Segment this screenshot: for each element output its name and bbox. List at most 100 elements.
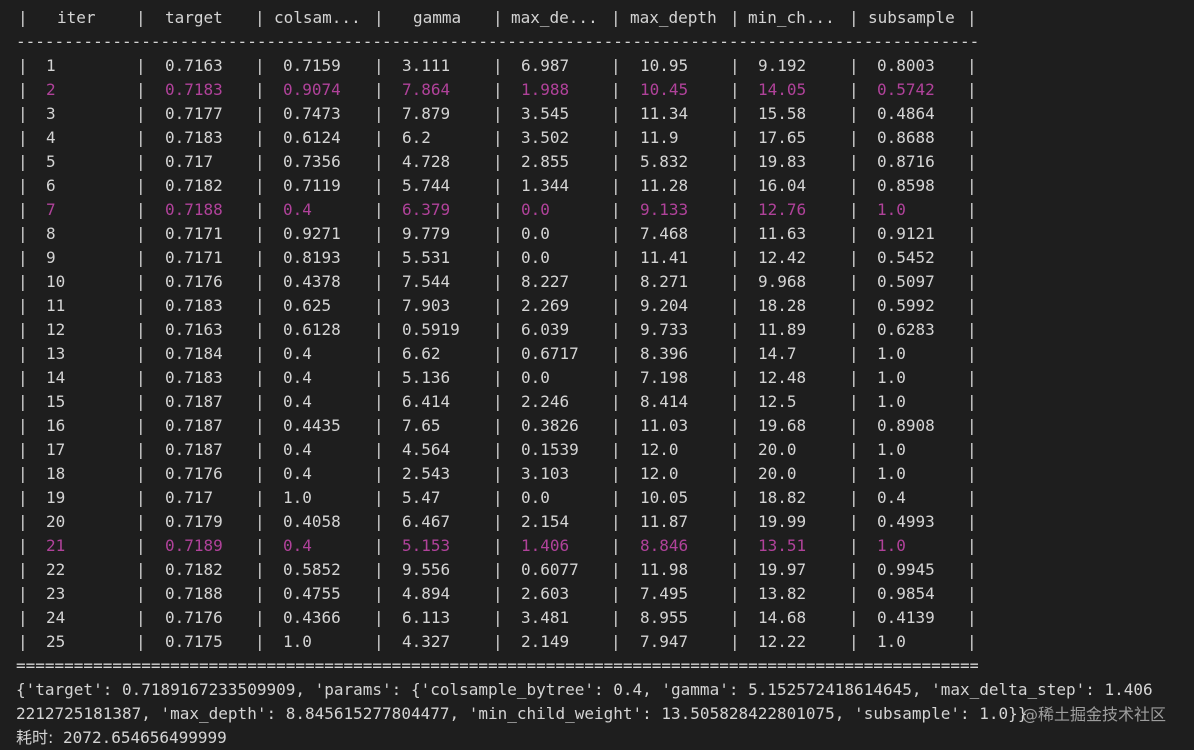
column-separator: | xyxy=(136,344,146,363)
column-separator: | xyxy=(136,128,146,147)
column-separator: | xyxy=(493,320,503,339)
column-separator: | xyxy=(18,104,28,123)
column-separator: | xyxy=(255,488,265,507)
cell-iter: 6 xyxy=(46,176,56,195)
cell-min-child-weight: 18.28 xyxy=(758,296,807,315)
column-separator: | xyxy=(18,80,28,99)
column-separator: | xyxy=(611,272,621,291)
cell-max-delta-step: 2.246 xyxy=(521,392,570,411)
column-separator: | xyxy=(374,536,384,555)
cell-max-depth: 11.28 xyxy=(640,176,689,195)
column-separator: | xyxy=(849,488,859,507)
column-separator: | xyxy=(493,512,503,531)
column-separator: | xyxy=(136,296,146,315)
column-header-target: target xyxy=(165,8,223,27)
cell-colsample: 0.4 xyxy=(283,536,312,555)
result-line-2: 2212725181387, 'max_depth': 8.8456152778… xyxy=(16,704,1028,723)
table-row: | | | | | | | | | 18 0.7176 0.4 2.543 3.103 12.0 20.0 1.… xyxy=(0,462,1194,486)
column-separator: | xyxy=(374,56,384,75)
cell-colsample: 0.7159 xyxy=(283,56,341,75)
cell-iter: 20 xyxy=(46,512,66,531)
cell-max-depth: 11.9 xyxy=(640,128,679,147)
cell-subsample: 0.8716 xyxy=(877,152,935,171)
cell-colsample: 0.7119 xyxy=(283,176,341,195)
cell-gamma: 5.47 xyxy=(402,488,441,507)
column-separator: | xyxy=(967,488,977,507)
cell-max-delta-step: 0.0 xyxy=(521,248,550,267)
cell-gamma: 5.153 xyxy=(402,536,451,555)
cell-colsample: 0.6124 xyxy=(283,128,341,147)
cell-min-child-weight: 17.65 xyxy=(758,128,807,147)
table-row: | | | | | | | | | 13 0.7184 0.4 6.62 0.6717 8.396 14.7 1… xyxy=(0,342,1194,366)
table-row: | | | | | | | | | 17 0.7187 0.4 4.564 0.1539 12.0 20.0 1… xyxy=(0,438,1194,462)
column-separator: | xyxy=(493,176,503,195)
column-separator: | xyxy=(611,248,621,267)
cell-subsample: 1.0 xyxy=(877,200,906,219)
column-separator: | xyxy=(967,152,977,171)
column-separator: | xyxy=(493,344,503,363)
cell-iter: 7 xyxy=(46,200,56,219)
column-separator: | xyxy=(730,272,740,291)
column-separator: | xyxy=(374,248,384,267)
column-separator: | xyxy=(611,536,621,555)
column-separator: | xyxy=(136,368,146,387)
cell-colsample: 0.4058 xyxy=(283,512,341,531)
cell-iter: 21 xyxy=(46,536,66,555)
column-separator: | xyxy=(18,464,28,483)
cell-max-delta-step: 3.545 xyxy=(521,104,570,123)
column-separator: | xyxy=(136,176,146,195)
column-separator: | xyxy=(18,200,28,219)
column-separator: | xyxy=(730,320,740,339)
cell-target: 0.7171 xyxy=(165,248,223,267)
column-separator: | xyxy=(493,8,503,27)
timing-value: 2072.654656499999 xyxy=(53,728,227,747)
cell-target: 0.7187 xyxy=(165,440,223,459)
cell-gamma: 6.379 xyxy=(402,200,451,219)
column-separator: | xyxy=(967,392,977,411)
column-separator: | xyxy=(611,392,621,411)
column-separator: | xyxy=(849,80,859,99)
column-separator: | xyxy=(255,344,265,363)
cell-min-child-weight: 19.68 xyxy=(758,416,807,435)
cell-target: 0.7183 xyxy=(165,296,223,315)
cell-min-child-weight: 16.04 xyxy=(758,176,807,195)
table-row: | | | | | | | | | 24 0.7176 0.4366 6.113 3.481 8.955 14… xyxy=(0,606,1194,630)
cell-colsample: 0.4 xyxy=(283,200,312,219)
cell-max-depth: 8.955 xyxy=(640,608,689,627)
cell-iter: 3 xyxy=(46,104,56,123)
column-separator: | xyxy=(967,104,977,123)
column-separator: | xyxy=(255,272,265,291)
cell-subsample: 0.8598 xyxy=(877,176,935,195)
column-separator: | xyxy=(611,488,621,507)
column-separator: | xyxy=(374,632,384,651)
column-separator: | xyxy=(730,200,740,219)
column-separator: | xyxy=(611,584,621,603)
column-separator: | xyxy=(255,104,265,123)
cell-subsample: 1.0 xyxy=(877,632,906,651)
cell-target: 0.7163 xyxy=(165,56,223,75)
cell-iter: 15 xyxy=(46,392,66,411)
column-separator: | xyxy=(136,440,146,459)
column-separator: | xyxy=(849,344,859,363)
cell-min-child-weight: 14.05 xyxy=(758,80,807,99)
cell-target: 0.7179 xyxy=(165,512,223,531)
cell-min-child-weight: 19.83 xyxy=(758,152,807,171)
cell-iter: 9 xyxy=(46,248,56,267)
cell-min-child-weight: 9.968 xyxy=(758,272,807,291)
column-separator: | xyxy=(967,584,977,603)
cell-max-delta-step: 3.502 xyxy=(521,128,570,147)
cell-gamma: 5.136 xyxy=(402,368,451,387)
cell-target: 0.7183 xyxy=(165,368,223,387)
cell-target: 0.7175 xyxy=(165,632,223,651)
cell-subsample: 0.4 xyxy=(877,488,906,507)
column-separator: | xyxy=(967,416,977,435)
cell-gamma: 6.113 xyxy=(402,608,451,627)
cell-gamma: 6.414 xyxy=(402,392,451,411)
column-separator: | xyxy=(611,200,621,219)
cell-max-depth: 9.204 xyxy=(640,296,689,315)
cell-max-delta-step: 0.6077 xyxy=(521,560,579,579)
table-row: | | | | | | | | | 20 0.7179 0.4058 6.467 2.154 11.87 19… xyxy=(0,510,1194,534)
column-separator: | xyxy=(849,320,859,339)
cell-colsample: 0.6128 xyxy=(283,320,341,339)
column-separator: | xyxy=(18,344,28,363)
